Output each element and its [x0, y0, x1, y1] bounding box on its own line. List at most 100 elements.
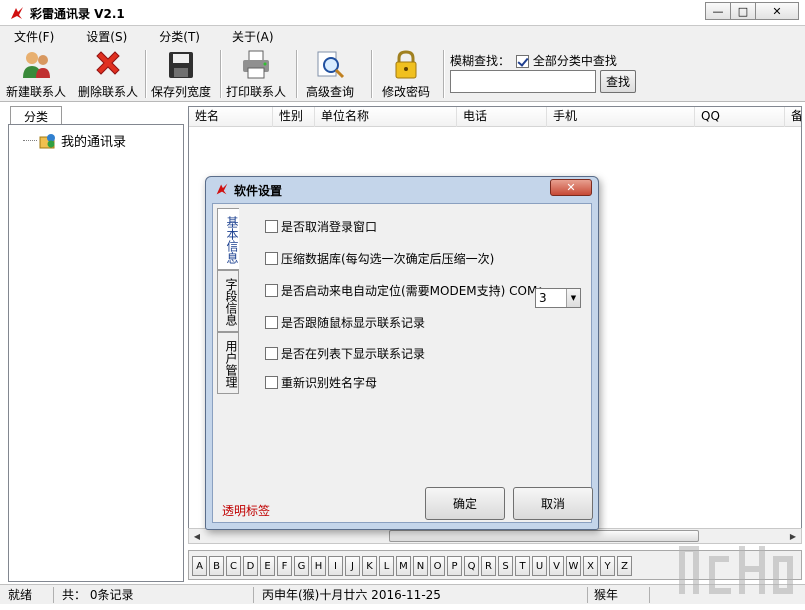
letter-button-a[interactable]: A: [192, 556, 207, 576]
column-header-name[interactable]: 姓名: [189, 107, 273, 127]
scroll-thumb[interactable]: [389, 530, 699, 542]
letter-button-e[interactable]: E: [260, 556, 275, 576]
toolbar-separator: [296, 50, 298, 98]
letter-button-g[interactable]: G: [294, 556, 309, 576]
menu-bar: 文件(F) 设置(S) 分类(T) 关于(A): [0, 26, 805, 46]
title-bar: 彩雷通讯录 V2.1 — □ ✕: [0, 0, 805, 26]
option-caller-id[interactable]: 是否启动来电自动定位(需要MODEM支持) COM：: [265, 282, 549, 299]
letter-button-o[interactable]: O: [430, 556, 445, 576]
letter-button-x[interactable]: X: [583, 556, 598, 576]
letter-button-n[interactable]: N: [413, 556, 428, 576]
category-tree: 我的通讯录: [8, 124, 184, 582]
status-record-count: 共： 0条记录: [58, 587, 254, 603]
settings-dialog: 软件设置 ✕ 基本信息 字段信息 用户管理 是否取消登录窗口 压缩数据库(每勾选…: [205, 176, 599, 530]
option-checkbox[interactable]: [265, 284, 278, 297]
letter-button-q[interactable]: Q: [464, 556, 479, 576]
category-tab[interactable]: 分类: [10, 106, 62, 125]
save-column-width-button[interactable]: 保存列宽度: [151, 48, 211, 100]
letter-button-f[interactable]: F: [277, 556, 292, 576]
letter-button-m[interactable]: M: [396, 556, 411, 576]
add-user-icon: [23, 52, 50, 78]
toolbar-separator: [443, 50, 445, 98]
menu-about[interactable]: 关于(A): [226, 27, 280, 46]
ok-button[interactable]: 确定: [425, 487, 505, 520]
menu-category[interactable]: 分类(T): [153, 27, 206, 46]
option-checkbox[interactable]: [265, 376, 278, 389]
column-header-gender[interactable]: 性别: [273, 107, 315, 127]
search-all-categories[interactable]: 全部分类中查找: [516, 52, 617, 69]
column-header-company[interactable]: 单位名称: [315, 107, 457, 127]
basic-info-panel: 是否取消登录窗口 压缩数据库(每勾选一次确定后压缩一次) 是否启动来电自动定位(…: [239, 208, 589, 438]
maximize-button[interactable]: □: [730, 2, 756, 20]
column-header-phone[interactable]: 电话: [457, 107, 547, 127]
scroll-left-icon[interactable]: ◀: [189, 529, 205, 543]
letter-button-s[interactable]: S: [498, 556, 513, 576]
tab-user-management[interactable]: 用户管理: [217, 332, 239, 394]
letter-button-b[interactable]: B: [209, 556, 224, 576]
dialog-title-bar: 软件设置 ✕: [206, 177, 598, 201]
letter-button-l[interactable]: L: [379, 556, 394, 576]
column-header-qq[interactable]: QQ: [695, 107, 785, 127]
letter-button-w[interactable]: W: [566, 556, 581, 576]
option-follow-mouse[interactable]: 是否跟随鼠标显示联系记录: [265, 314, 425, 331]
menu-settings[interactable]: 设置(S): [80, 27, 133, 46]
letter-button-t[interactable]: T: [515, 556, 530, 576]
print-contact-button[interactable]: 打印联系人: [226, 48, 286, 100]
option-compress-db[interactable]: 压缩数据库(每勾选一次确定后压缩一次): [265, 250, 494, 267]
letter-button-h[interactable]: H: [311, 556, 326, 576]
letter-button-v[interactable]: V: [549, 556, 564, 576]
search-button[interactable]: 查找: [600, 70, 636, 93]
toolbar: 新建联系人 删除联系人 保存列宽度 打印联系人 高级查询 修改密码 模糊查找： …: [0, 46, 805, 102]
option-checkbox[interactable]: [265, 220, 278, 233]
letter-button-d[interactable]: D: [243, 556, 258, 576]
app-logo-icon: [216, 183, 228, 195]
toolbar-separator: [220, 50, 222, 98]
letter-button-c[interactable]: C: [226, 556, 241, 576]
search-label: 模糊查找：: [450, 54, 511, 68]
dialog-close-button[interactable]: ✕: [550, 179, 592, 196]
new-contact-button[interactable]: 新建联系人: [6, 48, 66, 100]
tree-item-my-contacts[interactable]: 我的通讯录: [23, 131, 126, 150]
chevron-down-icon[interactable]: ▼: [566, 289, 580, 307]
cancel-button[interactable]: 取消: [513, 487, 593, 520]
letter-button-u[interactable]: U: [532, 556, 547, 576]
status-date: 丙申年(猴)十月廿六 2016-11-25: [258, 587, 588, 603]
transparent-label-toggle[interactable]: 透明标签: [222, 502, 270, 519]
dialog-title: 软件设置: [234, 184, 283, 198]
column-header-note[interactable]: 备: [785, 107, 801, 127]
app-logo-icon: [11, 7, 23, 19]
close-button[interactable]: ✕: [755, 2, 799, 20]
tab-basic-info[interactable]: 基本信息: [217, 208, 239, 270]
delete-icon: [96, 51, 120, 75]
delete-contact-button[interactable]: 删除联系人: [78, 48, 138, 100]
letter-button-p[interactable]: P: [447, 556, 462, 576]
window-title: 彩雷通讯录 V2.1: [30, 7, 125, 21]
window-controls: — □ ✕: [705, 2, 799, 20]
letter-button-z[interactable]: Z: [617, 556, 632, 576]
com-port-select[interactable]: 3 ▼: [535, 288, 581, 308]
advanced-search-button[interactable]: 高级查询: [306, 48, 354, 100]
menu-file[interactable]: 文件(F): [8, 27, 60, 46]
option-reidentify-initials[interactable]: 重新识别姓名字母: [265, 374, 377, 391]
option-checkbox[interactable]: [265, 316, 278, 329]
change-password-button[interactable]: 修改密码: [382, 48, 430, 100]
option-cancel-login[interactable]: 是否取消登录窗口: [265, 218, 377, 235]
column-header-mobile[interactable]: 手机: [547, 107, 695, 127]
toolbar-separator: [371, 50, 373, 98]
option-checkbox[interactable]: [265, 347, 278, 360]
grid-header: 姓名 性别 单位名称 电话 手机 QQ 备: [189, 107, 801, 127]
option-checkbox[interactable]: [265, 252, 278, 265]
dialog-body: 基本信息 字段信息 用户管理 是否取消登录窗口 压缩数据库(每勾选一次确定后压缩…: [212, 203, 593, 523]
letter-button-k[interactable]: K: [362, 556, 377, 576]
minimize-button[interactable]: —: [705, 2, 731, 20]
letter-button-y[interactable]: Y: [600, 556, 615, 576]
search-input[interactable]: [450, 70, 596, 93]
search-all-checkbox[interactable]: [516, 55, 529, 68]
letter-button-i[interactable]: I: [328, 556, 343, 576]
letter-button-j[interactable]: J: [345, 556, 360, 576]
tree-connector: [23, 140, 37, 141]
tab-field-info[interactable]: 字段信息: [217, 270, 239, 332]
lock-icon: [395, 50, 417, 79]
letter-button-r[interactable]: R: [481, 556, 496, 576]
option-show-below-list[interactable]: 是否在列表下显示联系记录: [265, 345, 425, 362]
